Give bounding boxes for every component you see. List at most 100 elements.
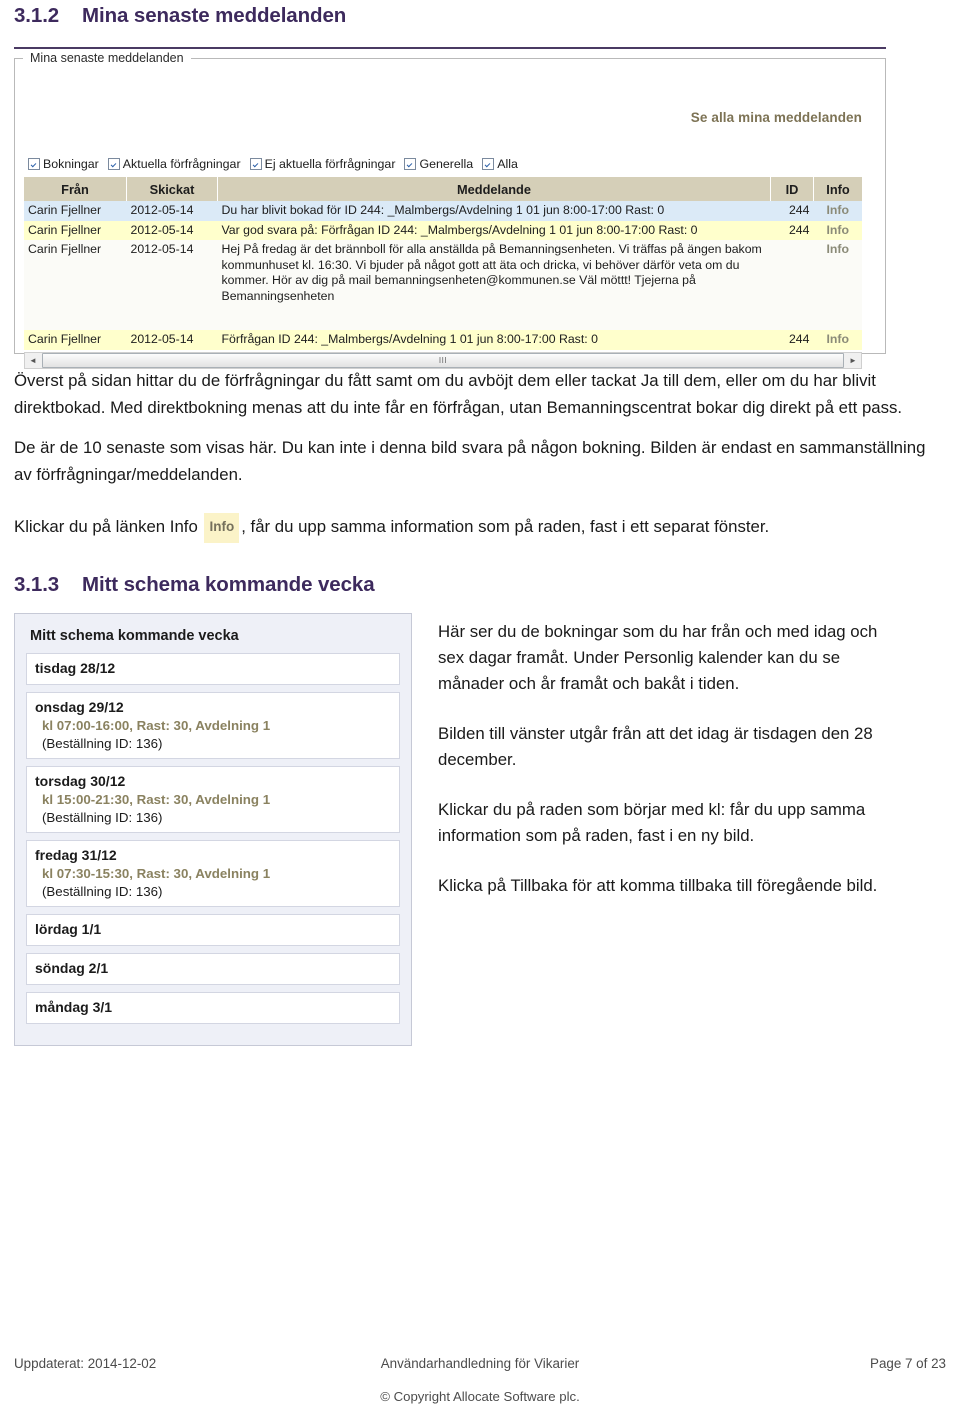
schema-panel-title: Mitt schema kommande vecka xyxy=(30,627,239,644)
info-sentence-prefix: Klickar du på länken Info xyxy=(14,517,198,536)
column-header-from[interactable]: Från xyxy=(24,177,127,201)
note-today-date: Bilden till vänster utgår från att det i… xyxy=(438,723,873,769)
messages-groupbox: Mina senaste meddelanden Se alla mina me… xyxy=(14,51,886,369)
cell-from: Carin Fjellner xyxy=(24,201,127,221)
cell-sent: 2012-05-14 xyxy=(126,330,218,350)
filter-aktuella-forfragningar[interactable]: Aktuella förfrågningar xyxy=(107,157,241,171)
cell-id: 244 xyxy=(770,220,814,240)
page-footer: Uppdaterat: 2014-12-02 Användarhandledni… xyxy=(14,1356,946,1404)
filter-label: Aktuella förfrågningar xyxy=(122,157,241,171)
cell-id: 244 xyxy=(770,330,814,350)
schema-day-row[interactable]: fredag 31/12 kl 07:30-15:30, Rast: 30, A… xyxy=(26,839,400,907)
section-title-312: Mina senaste meddelanden xyxy=(82,4,347,27)
info-link[interactable]: Info xyxy=(826,332,849,346)
schema-day-row[interactable]: tisdag 28/12 xyxy=(26,652,400,685)
filter-ej-aktuella-forfragningar[interactable]: Ej aktuella förfrågningar xyxy=(249,157,396,171)
cell-info[interactable]: Info xyxy=(813,201,862,221)
cell-from: Carin Fjellner xyxy=(24,220,127,240)
table-row[interactable]: Carin Fjellner 2012-05-14 Var god svara … xyxy=(24,220,862,240)
checkbox-checked-icon[interactable] xyxy=(249,158,262,170)
messages-screenshot: Mina senaste meddelanden Se alla mina me… xyxy=(14,47,886,369)
footer-page-number: Page 7 of 23 xyxy=(870,1356,946,1371)
checkbox-checked-icon[interactable] xyxy=(28,158,40,170)
column-header-sent[interactable]: Skickat xyxy=(126,177,218,201)
cell-message: Du har blivit bokad för ID 244: _Malmber… xyxy=(217,201,771,221)
spacer-cell xyxy=(770,306,814,330)
table-row[interactable]: Carin Fjellner 2012-05-14 Förfrågan ID 2… xyxy=(24,330,862,350)
checkbox-checked-icon[interactable] xyxy=(404,158,417,170)
schema-and-notes-row: Mitt schema kommande vecka tisdag 28/12 … xyxy=(14,612,946,1046)
filter-label: Ej aktuella förfrågningar xyxy=(264,157,396,171)
footer-main-row: Uppdaterat: 2014-12-02 Användarhandledni… xyxy=(14,1356,946,1371)
schema-notes-column: Här ser du de bokningar som du har från … xyxy=(438,613,946,1046)
horizontal-scrollbar[interactable]: ◄ III ► xyxy=(24,351,862,369)
table-spacer-row xyxy=(24,306,862,330)
filter-generella[interactable]: Generella xyxy=(404,157,473,171)
cell-from: Carin Fjellner xyxy=(24,330,127,350)
day-shift-time[interactable]: kl 15:00-21:30, Rast: 30, Avdelning 1 xyxy=(35,791,391,809)
info-link[interactable]: Info xyxy=(826,203,849,217)
schema-day-row[interactable]: lördag 1/1 xyxy=(26,913,400,946)
schema-day-row[interactable]: söndag 2/1 xyxy=(26,952,400,985)
spacer-cell xyxy=(126,306,218,330)
day-shift-time[interactable]: kl 07:30-15:30, Rast: 30, Avdelning 1 xyxy=(35,865,391,883)
info-link[interactable]: Info xyxy=(826,223,849,237)
day-order-id: (Beställning ID: 136) xyxy=(42,809,163,825)
schema-day-row[interactable]: måndag 3/1 xyxy=(26,991,400,1024)
schema-day-row[interactable]: onsdag 29/12 kl 07:00-16:00, Rast: 30, A… xyxy=(26,691,400,759)
cell-info[interactable]: Info xyxy=(813,240,862,306)
section-number-312: 3.1.2 xyxy=(14,4,60,27)
cell-message: Förfrågan ID 244: _Malmbergs/Avdelning 1… xyxy=(217,330,771,350)
groupbox-legend: Mina senaste meddelanden xyxy=(30,50,184,65)
spacer-cell xyxy=(217,306,771,330)
table-header-row: Från Skickat Meddelande ID Info xyxy=(24,177,862,201)
paragraph-ten-latest: De är de 10 senaste som visas här. Du ka… xyxy=(14,438,926,484)
checkbox-checked-icon[interactable] xyxy=(482,158,495,170)
footer-document-title: Användarhandledning för Vikarier xyxy=(380,1356,580,1371)
filter-label: Alla xyxy=(497,157,518,171)
day-label: torsdag 30/12 xyxy=(35,772,126,789)
scroll-right-arrow-icon[interactable]: ► xyxy=(845,353,861,368)
paragraph-overview: Överst på sidan hittar du de förfrågning… xyxy=(14,371,903,417)
schema-screenshot-panel: Mitt schema kommande vecka tisdag 28/12 … xyxy=(14,612,412,1046)
column-header-message[interactable]: Meddelande xyxy=(217,177,771,201)
scrollbar-thumb[interactable]: III xyxy=(42,352,844,368)
schema-day-row[interactable]: torsdag 30/12 kl 15:00-21:30, Rast: 30, … xyxy=(26,765,400,833)
filter-bokningar[interactable]: Bokningar xyxy=(28,157,99,171)
cell-info[interactable]: Info xyxy=(813,330,862,350)
section-title-313: Mitt schema kommande vecka xyxy=(82,572,375,596)
info-badge-icon: Info xyxy=(204,513,240,543)
cell-id: 244 xyxy=(770,201,814,221)
info-link[interactable]: Info xyxy=(826,242,849,256)
note-click-row: Klickar du på raden som börjar med kl: f… xyxy=(438,799,866,845)
day-shift-time[interactable]: kl 07:00-16:00, Rast: 30, Avdelning 1 xyxy=(35,717,391,735)
cell-sent: 2012-05-14 xyxy=(126,201,218,221)
see-all-messages-link[interactable]: Se alla mina meddelanden xyxy=(24,110,876,125)
section-number-313: 3.1.3 xyxy=(14,572,60,596)
filter-label: Generella xyxy=(419,157,474,171)
cell-info[interactable]: Info xyxy=(813,220,862,240)
table-row[interactable]: Carin Fjellner 2012-05-14 Hej På fredag … xyxy=(24,240,862,306)
column-header-info[interactable]: Info xyxy=(813,177,862,201)
day-label: fredag 31/12 xyxy=(35,846,117,863)
scroll-left-arrow-icon[interactable]: ◄ xyxy=(25,353,41,368)
note-back-button: Klicka på Tillbaka för att komma tillbak… xyxy=(438,875,878,895)
groupbox-top-border: Mina senaste meddelanden xyxy=(15,51,885,65)
day-label: söndag 2/1 xyxy=(35,959,109,976)
checkbox-checked-icon[interactable] xyxy=(107,158,120,170)
day-order-id: (Beställning ID: 136) xyxy=(42,883,163,899)
day-label: lördag 1/1 xyxy=(35,920,102,937)
section-heading-312: 3.1.2 Mina senaste meddelanden xyxy=(14,4,946,28)
column-header-id[interactable]: ID xyxy=(770,177,814,201)
spacer-cell xyxy=(24,306,127,330)
filter-alla[interactable]: Alla xyxy=(482,157,518,171)
cell-sent: 2012-05-14 xyxy=(126,220,218,240)
groupbox-border-right-segment xyxy=(190,58,885,59)
cell-sent: 2012-05-14 xyxy=(126,240,218,306)
messages-groupbox-inner: Se alla mina meddelanden Bokningar Aktue… xyxy=(15,58,885,369)
message-filter-checkbox-row: Bokningar Aktuella förfrågningar Ej aktu… xyxy=(28,157,876,171)
table-row[interactable]: Carin Fjellner 2012-05-14 Du har blivit … xyxy=(24,201,862,221)
cell-id xyxy=(770,240,814,306)
messages-table-header: Från Skickat Meddelande ID Info xyxy=(24,177,862,201)
day-order-id: (Beställning ID: 136) xyxy=(42,735,163,751)
